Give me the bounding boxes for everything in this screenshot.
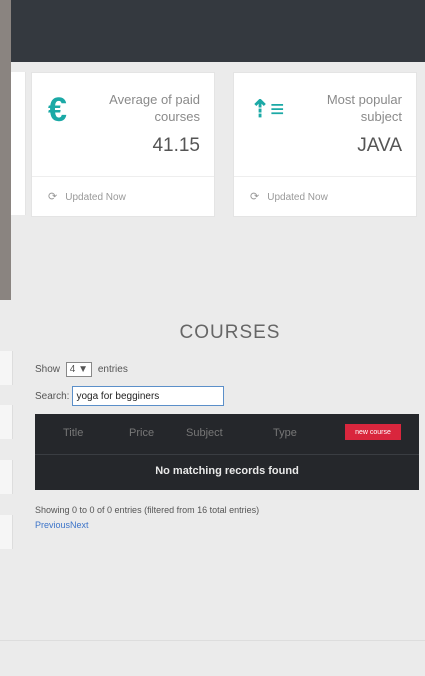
euro-icon: € (48, 91, 67, 129)
column-header-type[interactable]: Type (273, 427, 297, 439)
stat-footer-text: Updated Now (65, 192, 126, 203)
search-control: Search: (35, 386, 225, 406)
section-title: COURSES (179, 322, 281, 343)
entries-select[interactable]: 4 ▼ (65, 362, 93, 377)
next-link[interactable]: Next (70, 520, 89, 530)
page-length-control: Show 4 ▼ entries (35, 362, 128, 377)
column-header-price[interactable]: Price (129, 427, 154, 439)
stat-label: Average of paid courses (109, 92, 200, 124)
search-label: Search: (35, 390, 70, 402)
sidebar-item[interactable] (0, 405, 13, 439)
column-header-subject[interactable]: Subject (186, 427, 223, 439)
show-label: Show (35, 364, 61, 375)
sidebar-item[interactable] (0, 515, 13, 549)
search-input[interactable] (72, 386, 225, 406)
stat-card-popular-subject: ⇡≡ Most popular subject JAVA ⟳ Updated No… (233, 72, 417, 217)
pagination: PreviousNext (35, 520, 89, 530)
divider (32, 176, 214, 177)
sidebar-edge (0, 0, 11, 300)
stat-footer: ⟳ Updated Now (48, 190, 126, 203)
courses-table: Title Price Subject Type new course No m… (35, 414, 419, 490)
table-header: Title Price Subject Type new course (35, 414, 419, 455)
stat-card-average-paid: € Average of paid courses 41.15 ⟳ Updated… (31, 72, 215, 217)
stat-card-partial (11, 72, 26, 215)
stat-value: 41.15 (152, 135, 200, 156)
refresh-icon[interactable]: ⟳ (48, 190, 57, 203)
sidebar-item[interactable] (0, 351, 13, 385)
top-navbar (0, 0, 425, 62)
refresh-icon[interactable]: ⟳ (250, 190, 259, 203)
stat-footer: ⟳ Updated Now (250, 190, 328, 203)
divider (234, 176, 416, 177)
sort-amount-icon: ⇡≡ (250, 96, 285, 123)
stat-footer-text: Updated Now (267, 192, 328, 203)
stat-value: JAVA (357, 135, 402, 156)
entries-label: entries (97, 364, 128, 375)
stat-label: Most popular subject (326, 92, 402, 124)
sidebar-item[interactable] (0, 460, 13, 494)
footer-divider (0, 640, 425, 641)
table-info: Showing 0 to 0 of 0 entries (filtered fr… (35, 505, 260, 515)
empty-table-message: No matching records found (155, 465, 299, 477)
column-header-title[interactable]: Title (63, 427, 83, 439)
previous-link[interactable]: Previous (35, 520, 70, 530)
new-course-button[interactable]: new course (345, 424, 401, 440)
